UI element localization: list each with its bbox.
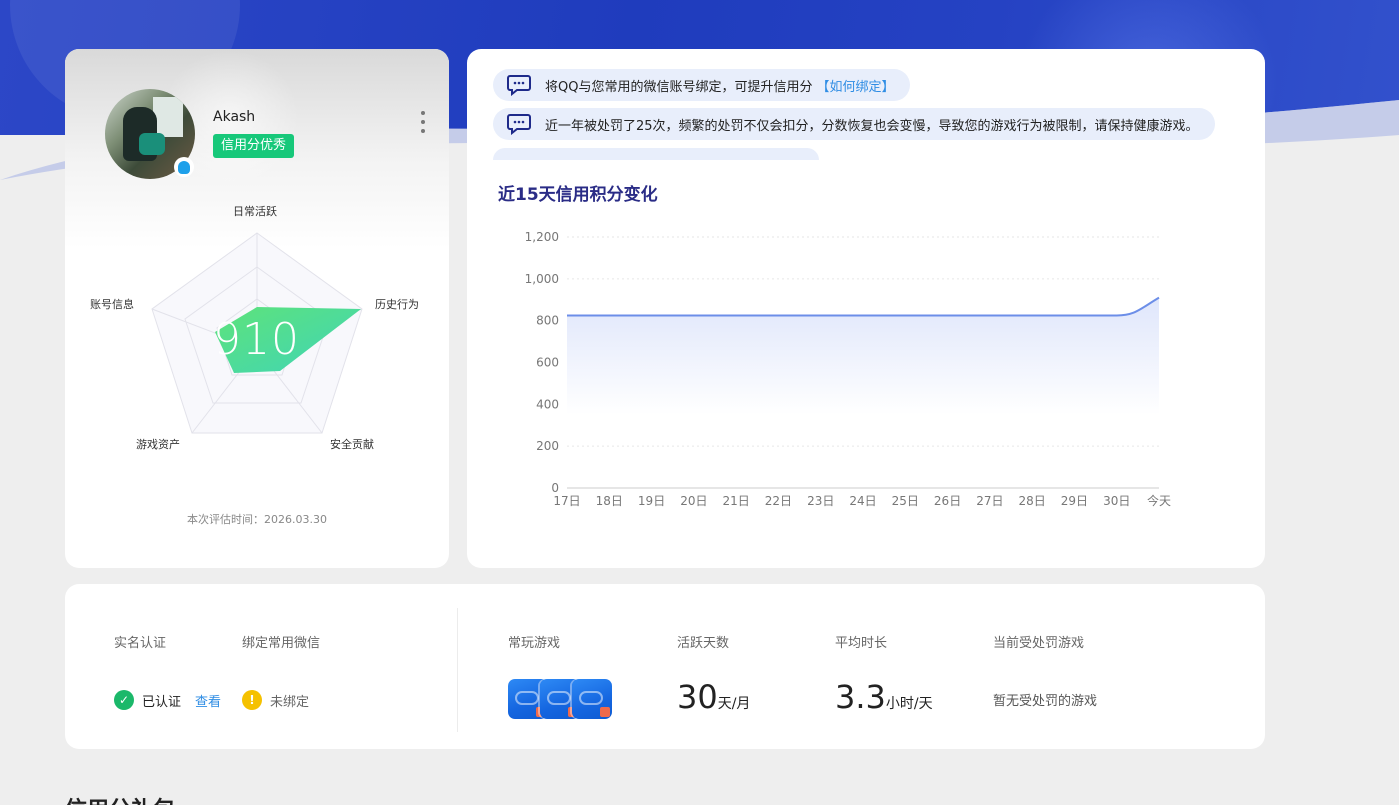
- profile-card: Akash 信用分优秀 日常活跃 历史行为 安全贡献 游戏资产 账号信息 910…: [65, 49, 449, 568]
- x-tick-label: 28日: [1019, 494, 1046, 508]
- avg-time-number: 3.3: [835, 678, 886, 716]
- stats-card: 实名认证 绑定常用微信 ✓ 已认证 查看 ! 未绑定 常玩游戏 活跃天数 30天…: [65, 584, 1265, 749]
- evaluation-time: 本次评估时间：2026.03.30: [187, 513, 327, 526]
- wechat-label: 绑定常用微信: [242, 636, 321, 651]
- x-tick-label: 21日: [723, 494, 750, 508]
- games-label: 常玩游戏: [508, 636, 561, 651]
- more-options-icon[interactable]: [417, 111, 429, 133]
- active-days-value: 30天/月: [677, 678, 750, 716]
- realname-status-text: 已认证: [142, 694, 182, 710]
- credit-score: 910: [213, 314, 300, 365]
- active-days-number: 30: [677, 678, 718, 716]
- x-tick-label: 29日: [1061, 494, 1088, 508]
- wechat-status-text: 未绑定: [270, 694, 310, 710]
- avg-time-value: 3.3小时/天: [835, 678, 933, 716]
- avatar-figure-detail: [139, 133, 165, 155]
- x-tick-label: 19日: [638, 494, 665, 508]
- how-to-bind-link[interactable]: 【如何绑定】: [816, 76, 894, 95]
- x-tick-label: 今天: [1147, 493, 1171, 508]
- active-days-unit: 天/月: [717, 696, 751, 712]
- y-tick-label: 400: [536, 397, 559, 411]
- notice-partial: [493, 148, 819, 160]
- realname-status: ✓ 已认证 查看: [114, 690, 221, 710]
- notice-text: 将QQ与您常用的微信账号绑定，可提升信用分: [545, 79, 813, 95]
- x-tick-label: 25日: [892, 494, 919, 508]
- penalty-value: 暂无受处罚的游戏: [993, 694, 1098, 709]
- notice-penalty-warning: 近一年被处罚了25次，频繁的处罚不仅会扣分，分数恢复也会变慢，导致您的游戏行为被…: [493, 108, 1215, 140]
- realname-label: 实名认证: [114, 636, 167, 651]
- message-icon: [507, 114, 531, 135]
- x-tick-label: 22日: [765, 494, 792, 508]
- credit-level-badge: 信用分优秀: [213, 134, 295, 158]
- radar-label-history: 历史行为: [375, 298, 419, 311]
- credit-line-chart: 0 200 400 600 800 1,000 1,200 17日 18日 19日 20日 21日 22…: [525, 230, 1171, 508]
- series-line: [567, 296, 1160, 317]
- x-tick-label: 30日: [1103, 494, 1130, 508]
- radar-label-account-info: 账号信息: [90, 298, 134, 311]
- section-title: 信用分礼包: [65, 792, 175, 805]
- x-tick-label: 26日: [934, 494, 961, 508]
- chart-title: 近15天信用积分变化: [498, 185, 658, 205]
- wechat-status[interactable]: ! 未绑定: [242, 690, 309, 710]
- x-tick-label: 20日: [680, 494, 707, 508]
- y-tick-label: 600: [536, 356, 559, 370]
- warning-icon: !: [242, 690, 262, 710]
- check-icon: ✓: [114, 690, 134, 710]
- radar-label-security: 安全贡献: [330, 438, 374, 451]
- x-tick-label: 23日: [807, 494, 834, 508]
- qq-icon: [174, 157, 194, 177]
- x-tick-label: 27日: [976, 494, 1003, 508]
- penalty-label: 当前受处罚游戏: [993, 636, 1085, 651]
- notice-bind-wechat: 将QQ与您常用的微信账号绑定，可提升信用分 【如何绑定】: [493, 69, 911, 101]
- avg-time-unit: 小时/天: [885, 696, 933, 712]
- y-tick-label: 1,000: [525, 272, 559, 286]
- credit-chart-card: 将QQ与您常用的微信账号绑定，可提升信用分 【如何绑定】 近一年被处罚了25次，…: [467, 49, 1265, 568]
- x-tick-label: 24日: [849, 494, 876, 508]
- y-tick-label: 0: [551, 481, 559, 495]
- message-icon: [507, 75, 531, 96]
- avg-time-label: 平均时长: [835, 636, 888, 651]
- username: Akash: [213, 109, 256, 125]
- active-days-label: 活跃天数: [677, 636, 730, 651]
- notice-text: 近一年被处罚了25次，频繁的处罚不仅会扣分，分数恢复也会变慢，导致您的游戏行为被…: [545, 118, 1199, 134]
- game-icon[interactable]: [572, 679, 612, 719]
- radar-label-daily-active: 日常活跃: [233, 205, 277, 218]
- view-realname-link[interactable]: 查看: [195, 691, 221, 710]
- x-tick-label: 18日: [596, 494, 623, 508]
- y-tick-label: 200: [536, 439, 559, 453]
- avatar-window: [153, 97, 183, 137]
- radar-label-game-assets: 游戏资产: [136, 438, 180, 451]
- x-tick-label: 17日: [553, 494, 580, 508]
- y-tick-label: 800: [536, 314, 559, 328]
- stats-divider: [457, 608, 458, 732]
- y-tick-label: 1,200: [525, 230, 559, 244]
